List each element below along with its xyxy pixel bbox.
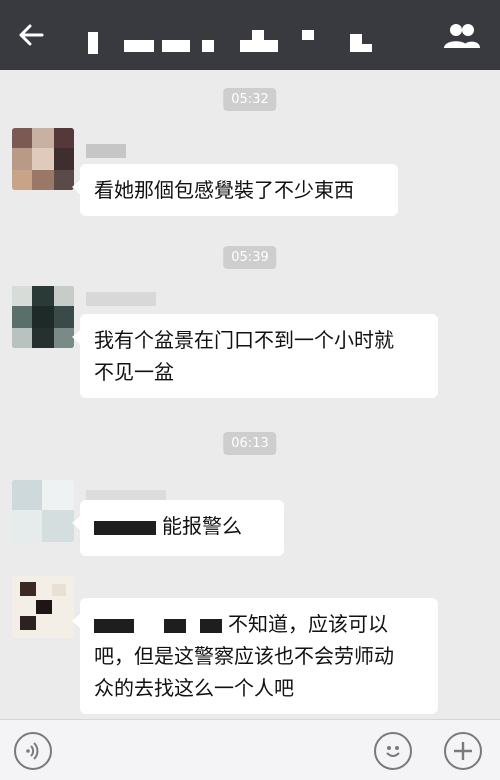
more-button[interactable] (444, 732, 482, 770)
message-text: 众的去找这么一个人吧 (94, 676, 294, 700)
message-text: 吧，但是这警察应该也不会劳师动 (94, 644, 394, 668)
redacted-mention (200, 618, 222, 633)
redacted-mention (94, 618, 134, 633)
avatar[interactable] (12, 576, 74, 638)
message-list[interactable]: 05:32 看她那個包感覺裝了不少東西 05:39 我有个盆景在门口不到一个小时… (0, 70, 500, 720)
sender-name (86, 292, 156, 306)
plus-icon (454, 742, 472, 760)
timestamp: 05:39 (223, 246, 277, 269)
message-text: 我有个盆景在门口不到一个小时就 (94, 328, 394, 352)
chat-header (0, 0, 500, 70)
emoji-icon (386, 746, 400, 757)
voice-icon (26, 742, 39, 760)
input-bar (0, 719, 500, 780)
avatar[interactable] (12, 128, 74, 190)
message-bubble[interactable]: 我有个盆景在门口不到一个小时就 不见一盆 (72, 314, 438, 398)
back-button[interactable] (14, 18, 48, 52)
message-text: 不知道，应该可以 (228, 612, 388, 636)
emoji-button[interactable] (374, 732, 412, 770)
message-text: 看她那個包感覺裝了不少東西 (94, 178, 354, 202)
message-bubble[interactable]: 能报警么 (72, 500, 284, 556)
group-members-button[interactable] (442, 20, 482, 52)
redacted-mention (94, 520, 156, 535)
redacted-mention (164, 618, 186, 633)
avatar[interactable] (12, 286, 74, 348)
timestamp: 05:32 (223, 88, 277, 111)
back-arrow-icon (19, 24, 44, 46)
message-bubble[interactable]: 看她那個包感覺裝了不少東西 (72, 164, 398, 216)
sender-name (86, 144, 126, 158)
avatar[interactable] (12, 480, 74, 542)
group-members-icon (444, 24, 480, 48)
timestamp: 06:13 (223, 432, 277, 455)
message-text: 不见一盆 (94, 360, 174, 384)
voice-button[interactable] (14, 732, 52, 770)
message-text: 能报警么 (162, 514, 242, 538)
message-bubble[interactable]: 不知道，应该可以 吧，但是这警察应该也不会劳师动 众的去找这么一个人吧 (72, 598, 438, 714)
